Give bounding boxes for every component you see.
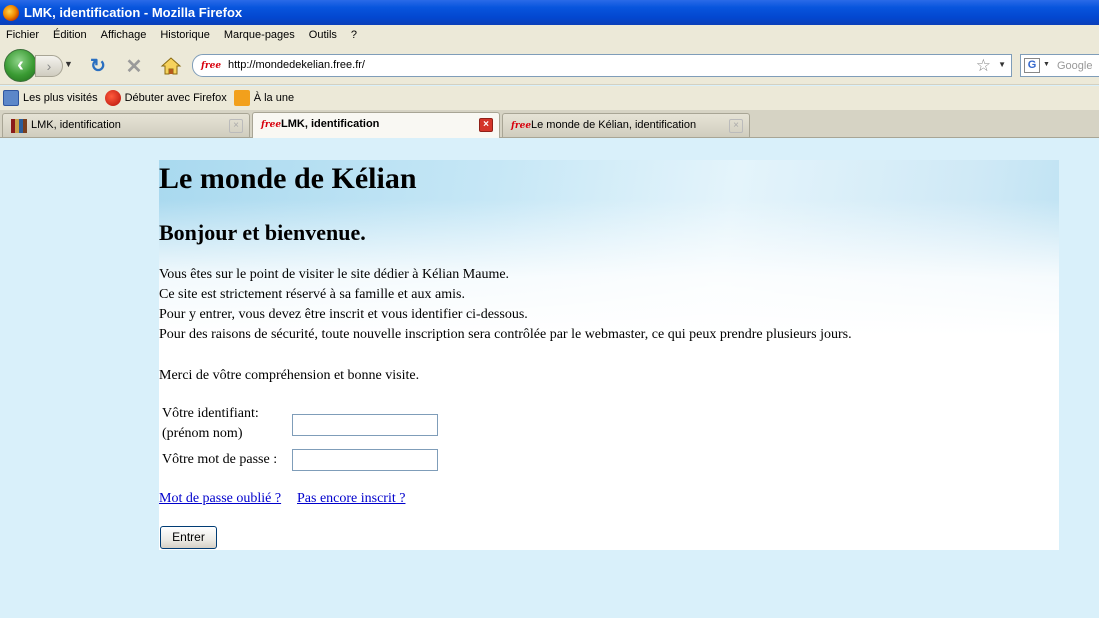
- search-placeholder: Google: [1057, 60, 1093, 72]
- search-box[interactable]: G ▼ Google: [1020, 54, 1099, 77]
- intro-line: Vous êtes sur le point de visiter le sit…: [159, 267, 510, 282]
- enter-button[interactable]: Entrer: [160, 526, 217, 549]
- back-button[interactable]: ‹: [4, 49, 37, 82]
- intro-line: Pour des raisons de sécurité, toute nouv…: [159, 327, 852, 342]
- register-link[interactable]: Pas encore inscrit ?: [297, 491, 405, 507]
- stop-icon[interactable]: ✕: [124, 57, 144, 77]
- site-favicon-icon: free: [201, 61, 222, 71]
- tab-2-active[interactable]: free LMK, identification ×: [252, 112, 500, 138]
- navigation-toolbar: ‹ › ▼ ↻ ✕ free http://mondedekelian.free…: [0, 45, 1099, 85]
- menu-historique[interactable]: Historique: [160, 29, 210, 41]
- firefox-icon: [104, 90, 121, 106]
- bookmark-headlines[interactable]: À la une: [233, 90, 295, 106]
- bookmark-most-visited[interactable]: Les plus visités: [3, 90, 98, 106]
- welcome-heading: Bonjour et bienvenue.: [159, 220, 366, 245]
- menu-help[interactable]: ?: [351, 29, 357, 41]
- close-tab-icon[interactable]: ×: [229, 119, 243, 133]
- forward-button[interactable]: ›: [35, 55, 63, 77]
- thanks-text: Merci de vôtre compréhension et bonne vi…: [159, 368, 420, 383]
- reload-icon[interactable]: ↻: [88, 57, 108, 77]
- password-label: Vôtre mot de passe :: [162, 452, 278, 467]
- identifier-input[interactable]: [292, 414, 438, 436]
- identifier-hint: (prénom nom): [162, 426, 243, 441]
- site-title: Le monde de Kélian: [159, 162, 417, 195]
- menu-fichier[interactable]: Fichier: [6, 29, 39, 41]
- bookmark-getting-started[interactable]: Débuter avec Firefox: [104, 90, 227, 106]
- free-icon: free: [261, 120, 282, 130]
- firefox-logo-icon: [3, 4, 19, 21]
- tab-label: Le monde de Kélian, identification: [531, 119, 697, 131]
- window-titlebar: LMK, identification - Mozilla Firefox: [0, 0, 1099, 25]
- page-content: Le monde de Kélian Bonjour et bienvenue.…: [0, 139, 1099, 618]
- engine-dropdown-icon[interactable]: ▼: [1043, 61, 1050, 68]
- close-tab-icon[interactable]: ×: [479, 118, 493, 132]
- home-icon[interactable]: [160, 55, 182, 77]
- tab-label: LMK, identification: [31, 119, 121, 131]
- menu-bar: Fichier Édition Affichage Historique Mar…: [0, 25, 1099, 45]
- google-engine-icon[interactable]: G: [1024, 58, 1040, 73]
- menu-affichage[interactable]: Affichage: [101, 29, 147, 41]
- bookmark-label: Les plus visités: [23, 92, 98, 104]
- url-bar[interactable]: free http://mondedekelian.free.fr/ ☆ ▼: [192, 54, 1012, 77]
- window-title: LMK, identification - Mozilla Firefox: [24, 5, 243, 20]
- books-icon: [11, 119, 27, 133]
- url-dropdown-icon[interactable]: ▼: [998, 60, 1006, 69]
- bookmark-label: Débuter avec Firefox: [124, 92, 227, 104]
- password-input[interactable]: [292, 449, 438, 471]
- forward-arrow-icon: ›: [46, 58, 52, 74]
- most-visited-icon: [3, 90, 19, 106]
- tab-bar: LMK, identification × free LMK, identifi…: [0, 110, 1099, 138]
- bookmarks-toolbar: Les plus visités Débuter avec Firefox À …: [0, 86, 1099, 110]
- menu-outils[interactable]: Outils: [309, 29, 337, 41]
- history-dropdown-icon[interactable]: ▼: [64, 59, 76, 73]
- bookmark-star-icon[interactable]: ☆: [976, 56, 991, 75]
- rss-icon: [233, 90, 250, 106]
- free-icon: free: [511, 121, 532, 131]
- menu-edition[interactable]: Édition: [53, 29, 87, 41]
- intro-line: Ce site est strictement réservé à sa fam…: [159, 287, 465, 302]
- login-panel: Le monde de Kélian Bonjour et bienvenue.…: [159, 160, 1059, 550]
- tab-1[interactable]: LMK, identification ×: [2, 113, 250, 137]
- forgot-password-link[interactable]: Mot de passe oublié ?: [159, 491, 281, 507]
- bookmark-label: À la une: [253, 92, 295, 104]
- close-tab-icon[interactable]: ×: [729, 119, 743, 133]
- url-text[interactable]: http://mondedekelian.free.fr/: [228, 59, 365, 71]
- tab-3[interactable]: free Le monde de Kélian, identification …: [502, 113, 750, 137]
- intro-line: Pour y entrer, vous devez être inscrit e…: [159, 307, 528, 322]
- menu-marque-pages[interactable]: Marque-pages: [224, 29, 295, 41]
- identifier-label: Vôtre identifiant:: [162, 406, 259, 421]
- tab-label: LMK, identification: [281, 118, 380, 130]
- back-arrow-icon: ‹: [17, 54, 24, 76]
